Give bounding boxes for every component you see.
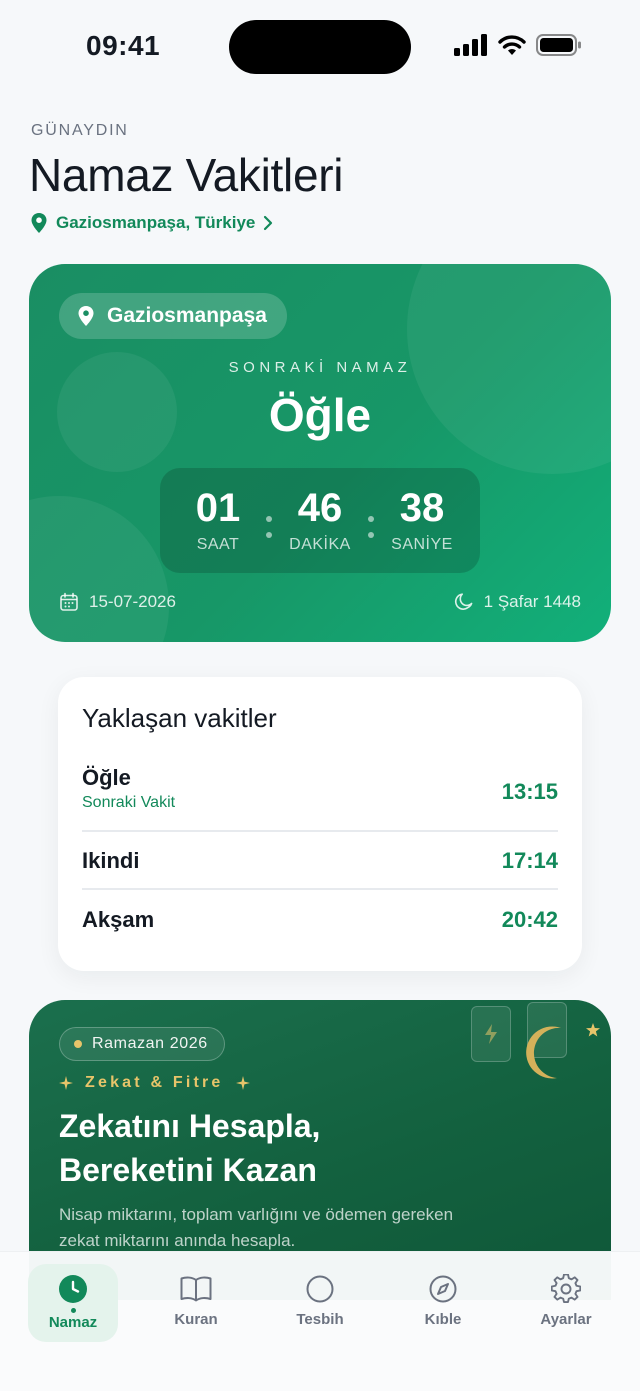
clock-icon [59,1275,87,1303]
countdown-minutes-label: DAKİKA [289,536,351,553]
sparkle-icon [59,1076,73,1090]
status-icons [454,34,582,56]
battery-icon [536,34,581,56]
wifi-icon [498,35,526,55]
promo-description: Nisap miktarını, toplam varlığını ve öde… [59,1205,454,1250]
tab-kuran[interactable]: Kuran [151,1264,241,1342]
gear-icon [551,1274,581,1303]
tab-label: Tesbih [296,1311,344,1328]
ramadan-chip: Ramazan 2026 [59,1027,225,1061]
tab-ayarlar[interactable]: Ayarlar [521,1264,611,1342]
decor-bubble [29,496,169,642]
calendar-icon [60,592,78,611]
compass-icon [429,1275,457,1303]
countdown-seconds-value: 38 [399,486,445,530]
countdown-seconds: 38 SANİYE [376,486,468,554]
upcoming-title: Yaklaşan vakitler [82,703,277,733]
countdown-seconds-label: SANİYE [391,536,453,553]
status-time: 09:41 [86,30,161,61]
prayer-time: 17:14 [501,848,558,873]
active-indicator [70,1308,76,1313]
hero-location-chip[interactable]: Gaziosmanpaşa [59,293,287,339]
ramadan-chip-label: Ramazan 2026 [92,1035,208,1052]
countdown-hours-value: 01 [195,486,241,530]
hero-location-label: Gaziosmanpaşa [107,304,267,327]
countdown-minutes-value: 46 [297,486,343,530]
countdown-separator [264,486,274,538]
tab-label: Namaz [48,1314,98,1331]
prayer-info: Öğle Sonraki Vakit [82,765,175,812]
tab-namaz[interactable]: Namaz [28,1264,118,1342]
bottom-tab-bar: Namaz Kuran Tesbih Kıble Ayarlar [0,1251,640,1391]
promo-kicker: Zekat & Fitre [59,1074,250,1092]
countdown-hours: 01 SAAT [172,486,264,554]
hijri-date-label: 1 Şafar 1448 [483,592,581,611]
status-bar: 09:41 [0,0,640,96]
moon-icon [454,593,473,610]
page-title: Namaz Vakitleri [29,149,344,201]
chip-dot [74,1040,82,1048]
prayer-name: Akşam [82,907,155,932]
prayer-name: Ikindi [82,848,140,873]
tab-label: Kuran [174,1311,218,1328]
promo-kicker-label: Zekat & Fitre [85,1074,224,1091]
prayer-row[interactable]: Ikindi 17:14 [82,830,558,890]
tab-label: Kıble [424,1311,462,1328]
countdown-hours-label: SAAT [196,536,240,553]
greeting-label: GÜNAYDIN [31,122,129,139]
next-prayer-card[interactable]: Gaziosmanpaşa SONRAKİ NAMAZ Öğle 01 SAAT… [29,264,611,642]
tab-kible[interactable]: Kıble [398,1264,488,1342]
gregorian-date: 15-07-2026 [59,592,176,612]
chevron-right-icon [264,215,273,231]
countdown-timer: 01 SAAT 46 DAKİKA 38 SANİYE [160,468,480,573]
countdown-separator [366,486,376,538]
crescent-moon-icon [526,1026,561,1079]
next-prayer-name: Öğle [268,389,372,441]
promo-title-line: Bereketini Kazan [59,1152,317,1188]
location-selector[interactable]: Gaziosmanpaşa, Türkiye [30,212,273,234]
star-icon [586,1023,600,1037]
promo-title-line: Zekatını Hesapla, [59,1108,321,1144]
circle-icon [306,1275,334,1303]
prayer-subtitle: Sonraki Vakit [82,794,176,811]
location-pin-icon [78,306,94,326]
prayer-row[interactable]: Akşam 20:42 [82,888,558,950]
next-prayer-label: SONRAKİ NAMAZ [228,359,412,376]
prayer-time: 13:15 [501,779,558,804]
lantern-bolt-icon [485,1024,497,1044]
countdown-minutes: 46 DAKİKA [274,486,366,554]
dynamic-island [229,20,411,74]
prayer-time: 20:42 [501,907,558,932]
sparkle-icon [235,1076,250,1090]
prayer-row[interactable]: Öğle Sonraki Vakit 13:15 [82,765,558,831]
gregorian-date-label: 15-07-2026 [89,592,176,611]
promo-title: Zekatını Hesapla, Bereketini Kazan [59,1104,479,1192]
tab-tesbih[interactable]: Tesbih [275,1264,365,1342]
upcoming-times-card: Yaklaşan vakitler Öğle Sonraki Vakit 13:… [58,677,582,971]
prayer-name: Öğle [82,765,131,790]
location-pin-icon [31,213,47,233]
tab-label: Ayarlar [540,1311,592,1328]
hijri-date: 1 Şafar 1448 [454,592,581,612]
book-icon [180,1276,212,1302]
location-label: Gaziosmanpaşa, Türkiye [56,213,256,232]
cellular-signal-icon [454,34,487,56]
